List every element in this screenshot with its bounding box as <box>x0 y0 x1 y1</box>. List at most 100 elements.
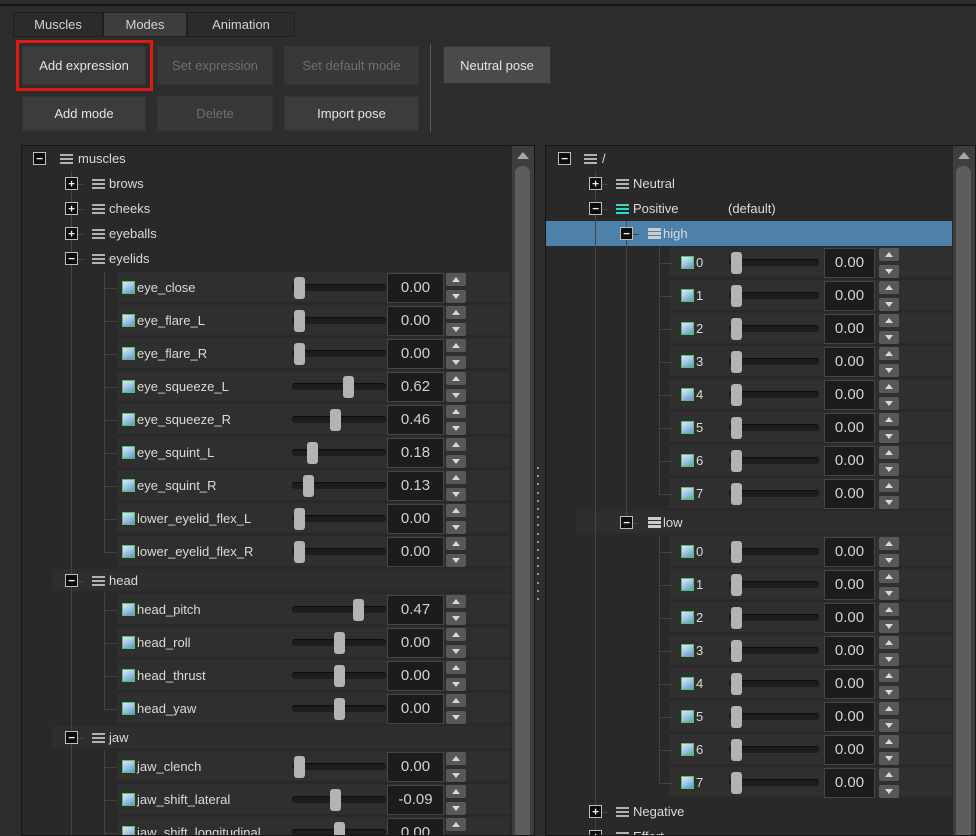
muscle-checkbox-icon[interactable] <box>122 314 135 327</box>
spin-up-button[interactable] <box>879 702 899 715</box>
spin-up-button[interactable] <box>879 479 899 492</box>
tab-modes[interactable]: Modes <box>103 12 187 37</box>
tree-row-2[interactable]: 20.00 <box>546 312 975 345</box>
spin-up-button[interactable] <box>446 595 466 608</box>
slider-track[interactable] <box>729 358 819 365</box>
slider-track[interactable] <box>292 515 386 522</box>
slider-handle[interactable] <box>731 285 742 307</box>
tree-row-6[interactable]: 60.00 <box>546 733 975 766</box>
spin-up-button[interactable] <box>879 380 899 393</box>
tree-row-head-thrust[interactable]: head_thrust0.00 <box>22 659 534 692</box>
tree-row-head-roll[interactable]: head_roll0.00 <box>22 626 534 659</box>
tree-row-6[interactable]: 60.00 <box>546 444 975 477</box>
expand-toggle-icon[interactable]: + <box>589 177 602 190</box>
slider-track[interactable] <box>729 490 819 497</box>
slider-handle[interactable] <box>303 475 314 497</box>
tree-row-jaw-shift-longitudinal[interactable]: jaw_shift_longitudinal0.00 <box>22 816 534 836</box>
spin-up-button[interactable] <box>879 735 899 748</box>
muscle-checkbox-icon[interactable] <box>122 281 135 294</box>
value-field[interactable]: 0.00 <box>387 339 444 369</box>
muscle-checkbox-icon[interactable] <box>122 446 135 459</box>
slider-handle[interactable] <box>731 772 742 794</box>
spin-down-button[interactable] <box>446 711 466 724</box>
slider-handle[interactable] <box>731 673 742 695</box>
muscle-checkbox-icon[interactable] <box>122 512 135 525</box>
collapse-toggle-icon[interactable]: − <box>65 252 78 265</box>
muscle-checkbox-icon[interactable] <box>122 669 135 682</box>
tree-row-eyelids[interactable]: −eyelids <box>22 246 534 271</box>
tree-row-0[interactable]: 00.00 <box>546 535 975 568</box>
value-field[interactable]: 0.00 <box>387 504 444 534</box>
muscle-checkbox-icon[interactable] <box>681 289 694 302</box>
panel-splitter-handle[interactable] <box>537 467 539 600</box>
value-field[interactable]: 0.00 <box>824 347 875 377</box>
slider-handle[interactable] <box>294 508 305 530</box>
slider-handle[interactable] <box>731 252 742 274</box>
muscle-checkbox-icon[interactable] <box>681 611 694 624</box>
spin-down-button[interactable] <box>879 752 899 765</box>
muscle-checkbox-icon[interactable] <box>122 479 135 492</box>
muscle-checkbox-icon[interactable] <box>122 413 135 426</box>
slider-handle[interactable] <box>731 450 742 472</box>
slider-handle[interactable] <box>731 640 742 662</box>
expand-toggle-icon[interactable]: + <box>65 202 78 215</box>
left-panel-scrollbar[interactable] <box>511 146 534 835</box>
slider-track[interactable] <box>729 647 819 654</box>
value-field[interactable]: 0.00 <box>824 603 875 633</box>
tree-row-negative[interactable]: +Negative <box>546 799 975 824</box>
spin-up-button[interactable] <box>446 372 466 385</box>
tree-row-brows[interactable]: +brows <box>22 171 534 196</box>
set-expression-button[interactable]: Set expression <box>157 46 273 85</box>
slider-track[interactable] <box>292 317 386 324</box>
spin-down-button[interactable] <box>879 463 899 476</box>
spin-down-button[interactable] <box>446 455 466 468</box>
spin-down-button[interactable] <box>446 323 466 336</box>
spin-down-button[interactable] <box>879 364 899 377</box>
muscle-checkbox-icon[interactable] <box>681 355 694 368</box>
tree-row-head-yaw[interactable]: head_yaw0.00 <box>22 692 534 725</box>
slider-handle[interactable] <box>294 277 305 299</box>
value-field[interactable]: 0.00 <box>387 752 444 782</box>
tree-row-eye-close[interactable]: eye_close0.00 <box>22 271 534 304</box>
tree-row-jaw-clench[interactable]: jaw_clench0.00 <box>22 750 534 783</box>
spin-up-button[interactable] <box>446 471 466 484</box>
spin-down-button[interactable] <box>879 587 899 600</box>
tree-row-5[interactable]: 50.00 <box>546 700 975 733</box>
value-field[interactable]: 0.00 <box>387 628 444 658</box>
spin-down-button[interactable] <box>879 653 899 666</box>
spin-up-button[interactable] <box>446 628 466 641</box>
value-field[interactable]: 0.00 <box>387 694 444 724</box>
spin-down-button[interactable] <box>446 554 466 567</box>
slider-track[interactable] <box>729 614 819 621</box>
scrollbar-thumb[interactable] <box>956 166 971 836</box>
spin-up-button[interactable] <box>879 446 899 459</box>
value-field[interactable]: 0.00 <box>824 735 875 765</box>
value-field[interactable]: 0.00 <box>387 818 444 836</box>
spin-down-button[interactable] <box>879 785 899 798</box>
spin-up-button[interactable] <box>446 405 466 418</box>
value-field[interactable]: 0.00 <box>824 537 875 567</box>
slider-track[interactable] <box>292 350 386 357</box>
slider-handle[interactable] <box>353 599 364 621</box>
spin-down-button[interactable] <box>446 612 466 625</box>
expand-toggle-icon[interactable]: + <box>65 227 78 240</box>
slider-track[interactable] <box>729 424 819 431</box>
muscle-checkbox-icon[interactable] <box>122 380 135 393</box>
slider-track[interactable] <box>729 457 819 464</box>
spin-up-button[interactable] <box>879 669 899 682</box>
spin-down-button[interactable] <box>879 554 899 567</box>
muscle-checkbox-icon[interactable] <box>122 603 135 616</box>
tree-row-2[interactable]: 20.00 <box>546 601 975 634</box>
tree-row-eye-flare-r[interactable]: eye_flare_R0.00 <box>22 337 534 370</box>
value-field[interactable]: -0.09 <box>387 785 444 815</box>
slider-handle[interactable] <box>731 417 742 439</box>
slider-handle[interactable] <box>731 318 742 340</box>
slider-handle[interactable] <box>294 343 305 365</box>
collapse-toggle-icon[interactable]: − <box>558 152 571 165</box>
slider-track[interactable] <box>729 746 819 753</box>
spin-up-button[interactable] <box>879 347 899 360</box>
slider-handle[interactable] <box>334 822 345 836</box>
spin-up-button[interactable] <box>879 768 899 781</box>
muscle-checkbox-icon[interactable] <box>681 776 694 789</box>
tree-row-5[interactable]: 50.00 <box>546 411 975 444</box>
